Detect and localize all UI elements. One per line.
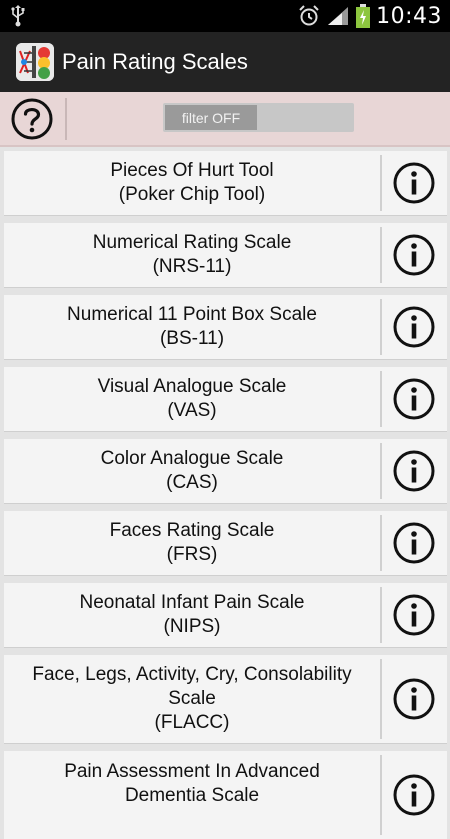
- scale-abbr: (NIPS): [163, 616, 221, 637]
- divider: [65, 98, 67, 140]
- info-icon[interactable]: [393, 774, 435, 816]
- scale-name: Neonatal Infant Pain Scale: [79, 592, 305, 613]
- list-item[interactable]: Numerical Rating Scale (NRS-11): [4, 223, 447, 287]
- scale-abbr: (VAS): [167, 400, 217, 421]
- scale-abbr: (Poker Chip Tool): [118, 184, 266, 205]
- list-item[interactable]: Visual Analogue Scale (VAS): [4, 367, 447, 431]
- info-icon[interactable]: [393, 306, 435, 348]
- scale-name-line2: Scale: [168, 688, 216, 709]
- scale-abbr: (NRS-11): [152, 256, 232, 277]
- action-bar: Pain Rating Scales: [0, 32, 450, 92]
- scale-name-line2: Dementia Scale: [124, 785, 260, 806]
- usb-icon: [11, 5, 25, 27]
- info-icon[interactable]: [393, 162, 435, 204]
- list-item[interactable]: Pain Assessment In Advanced Dementia Scal…: [4, 751, 447, 839]
- scale-name: Visual Analogue Scale: [97, 376, 287, 397]
- filter-bar: filter OFF: [0, 92, 450, 147]
- scale-name: Numerical Rating Scale: [92, 232, 292, 253]
- app-logo-icon: [16, 43, 54, 81]
- info-icon[interactable]: [393, 450, 435, 492]
- filter-toggle[interactable]: filter OFF: [163, 103, 354, 132]
- scale-name: Pieces Of Hurt Tool: [110, 160, 274, 181]
- scale-name: Pain Assessment In Advanced: [64, 761, 320, 782]
- scale-abbr: (FLACC): [154, 712, 230, 733]
- divider: [380, 371, 382, 427]
- alarm-icon: [299, 5, 319, 26]
- list-item[interactable]: Face, Legs, Activity, Cry, Consolability…: [4, 655, 447, 743]
- filter-toggle-label: filter OFF: [165, 105, 257, 130]
- divider: [380, 515, 382, 571]
- divider: [380, 443, 382, 499]
- question-icon[interactable]: [11, 98, 53, 140]
- divider: [380, 155, 382, 211]
- info-icon[interactable]: [393, 234, 435, 276]
- info-icon[interactable]: [393, 594, 435, 636]
- scale-name: Numerical 11 Point Box Scale: [67, 304, 317, 325]
- list-item[interactable]: Neonatal Infant Pain Scale (NIPS): [4, 583, 447, 647]
- divider: [380, 755, 382, 835]
- list-item[interactable]: Numerical 11 Point Box Scale (BS-11): [4, 295, 447, 359]
- scale-abbr: (BS-11): [159, 328, 225, 349]
- divider: [380, 299, 382, 355]
- scale-name: Color Analogue Scale: [100, 448, 284, 469]
- info-icon[interactable]: [393, 678, 435, 720]
- divider: [380, 227, 382, 283]
- battery-charging-icon: [356, 4, 371, 28]
- info-icon[interactable]: [393, 522, 435, 564]
- scale-abbr: (FRS): [166, 544, 218, 565]
- list-item[interactable]: Faces Rating Scale (FRS): [4, 511, 447, 575]
- signal-icon: [328, 7, 349, 25]
- clock: 10:43: [376, 3, 442, 29]
- app-icon[interactable]: [16, 43, 54, 81]
- scale-name: Faces Rating Scale: [109, 520, 275, 541]
- divider: [380, 659, 382, 739]
- scale-name: Face, Legs, Activity, Cry, Consolability: [32, 664, 352, 685]
- info-icon[interactable]: [393, 378, 435, 420]
- divider: [380, 587, 382, 643]
- app-title: Pain Rating Scales: [62, 49, 248, 74]
- status-bar: 10:43: [0, 0, 450, 32]
- list-item[interactable]: Pieces Of Hurt Tool (Poker Chip Tool): [4, 151, 447, 215]
- scale-abbr: (CAS): [166, 472, 218, 493]
- list-item[interactable]: Color Analogue Scale (CAS): [4, 439, 447, 503]
